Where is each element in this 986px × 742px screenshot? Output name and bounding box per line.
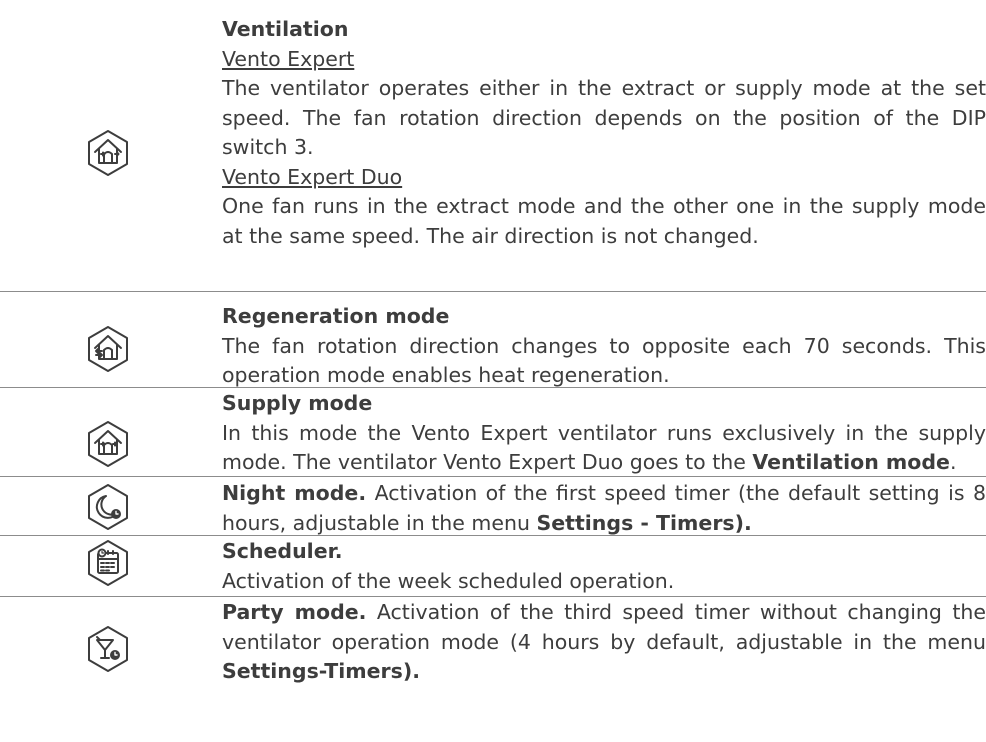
moon-clock-icon: [84, 483, 132, 531]
night-mode-title: Night mode.: [222, 481, 367, 505]
supply-text: In this mode the Vento Expert ventilator…: [222, 420, 986, 475]
scheduler-text: Activation of the week scheduled operati…: [222, 568, 675, 593]
divider: [0, 476, 986, 477]
vento-expert-text: The ventilator operates either in the ex…: [222, 76, 986, 159]
party-mode-title: Party mode.: [222, 600, 367, 624]
supply-description: Supply mode In this mode the Vento Exper…: [222, 389, 986, 478]
scheduler-description: Scheduler. Activation of the week schedu…: [222, 537, 986, 596]
regeneration-description: Regeneration mode The fan rotation direc…: [222, 302, 986, 391]
vento-expert-duo-text: One fan runs in the extract mode and the…: [222, 194, 986, 248]
scheduler-title: Scheduler.: [222, 539, 343, 563]
house-ventilation-icon: [84, 129, 132, 177]
house-regeneration-icon: [84, 325, 132, 373]
cocktail-clock-icon: [84, 625, 132, 673]
ventilation-description: Ventilation Vento Expert The ventilator …: [222, 15, 986, 251]
settings-timers-text: Settings-Timers).: [222, 659, 421, 683]
supply-title: Supply mode: [222, 391, 373, 415]
regeneration-title: Regeneration mode: [222, 304, 450, 328]
divider: [0, 291, 986, 292]
calendar-clock-icon: [84, 539, 132, 587]
ventilation-title: Ventilation: [222, 17, 349, 41]
divider: [0, 387, 986, 388]
house-supply-icon: [84, 420, 132, 468]
ventilation-mode-link-text: Ventilation mode: [752, 450, 950, 474]
vento-expert-subtitle: Vento Expert: [222, 46, 355, 71]
night-mode-description: Night mode. Activation of the first spee…: [222, 481, 986, 535]
divider: [0, 535, 986, 536]
ventilation-modes-page: Ventilation Vento Expert The ventilator …: [0, 0, 986, 742]
vento-expert-duo-subtitle: Vento Expert Duo: [222, 164, 403, 189]
divider: [0, 596, 986, 597]
party-mode-description: Party mode. Activation of the third spee…: [222, 600, 986, 683]
regeneration-text: The fan rotation direction changes to op…: [222, 333, 986, 388]
settings-timers-text: Settings - Timers).: [536, 510, 752, 535]
